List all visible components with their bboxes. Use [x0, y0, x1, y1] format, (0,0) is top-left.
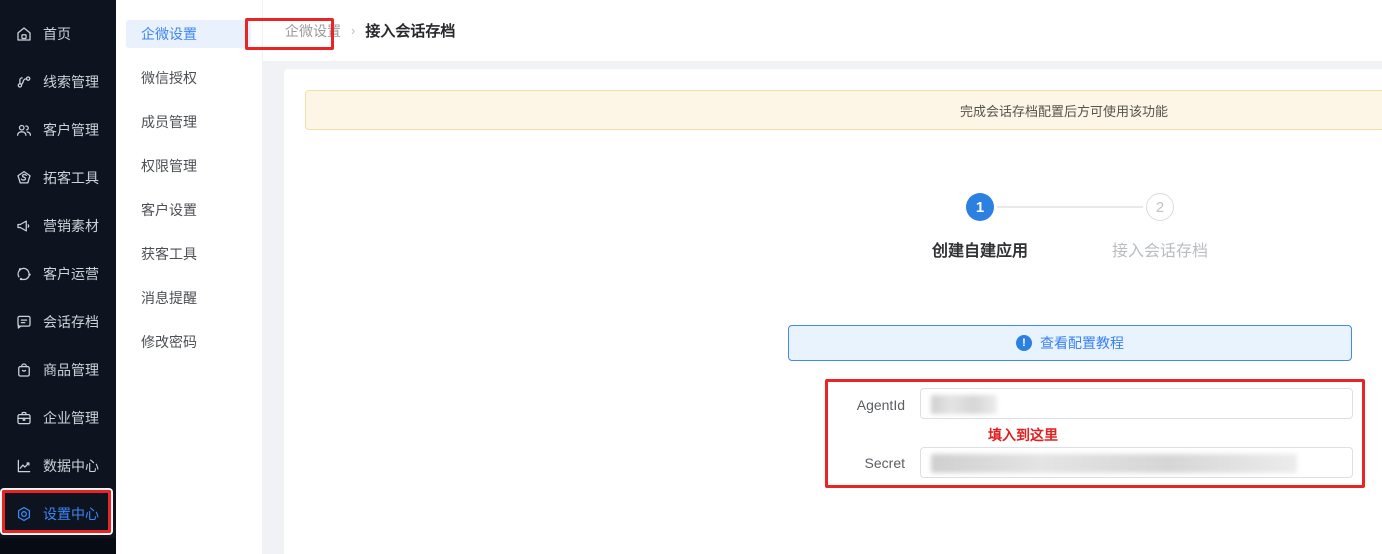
notice-banner: 完成会话存档配置后方可使用该功能 — [305, 90, 1382, 130]
sidebar-item-label: 线索管理 — [43, 74, 99, 90]
submenu-item-label: 微信授权 — [141, 70, 197, 86]
chat-archive-icon — [15, 313, 33, 331]
sidebar-item-products[interactable]: 商品管理 — [0, 346, 116, 394]
sidebar-item-leads[interactable]: 线索管理 — [0, 58, 116, 106]
products-icon — [15, 361, 33, 379]
submenu-item-label: 获客工具 — [141, 246, 197, 262]
breadcrumb-bar: 企微设置 › 接入会话存档 — [263, 0, 1382, 62]
sidebar-item-customers[interactable]: 客户管理 — [0, 106, 116, 154]
megaphone-icon — [15, 217, 33, 235]
submenu-item-message-reminder[interactable]: 消息提醒 — [116, 276, 263, 320]
enterprise-icon — [15, 409, 33, 427]
sidebar-item-label: 营销素材 — [43, 218, 99, 234]
sidebar-item-operations[interactable]: 客户运营 — [0, 250, 116, 298]
sidebar-item-label: 客户运营 — [43, 266, 99, 282]
page-title: 接入会话存档 — [365, 23, 456, 40]
clue-icon — [15, 73, 33, 91]
submenu-item-label: 消息提醒 — [141, 290, 197, 306]
sidebar-item-label: 企业管理 — [43, 410, 99, 426]
sidebar-item-data-center[interactable]: 数据中心 — [0, 442, 116, 490]
sidebar-item-settings[interactable]: 设置中心 — [0, 490, 116, 538]
submenu-item-wechat-auth[interactable]: 微信授权 — [116, 56, 263, 100]
sidebar-bottom-strip — [0, 538, 116, 554]
sidebar-item-home[interactable]: 首页 — [0, 10, 116, 58]
step-1-circle: 1 — [966, 193, 994, 221]
view-tutorial-button[interactable]: ! 查看配置教程 — [788, 325, 1352, 361]
stepper-connector — [997, 206, 1143, 208]
agentid-label: AgentId — [856, 397, 905, 413]
secret-masked-value — [931, 454, 1297, 473]
notice-banner-text: 完成会话存档配置后方可使用该功能 — [959, 103, 1168, 119]
sidebar-item-label: 数据中心 — [43, 458, 99, 474]
prospecting-icon — [15, 169, 33, 187]
submenu-item-permissions[interactable]: 权限管理 — [116, 144, 263, 188]
sidebar-item-label: 客户管理 — [43, 122, 99, 138]
step-2-number: 2 — [1155, 198, 1165, 216]
breadcrumb-parent[interactable]: 企微设置 — [285, 21, 341, 41]
home-icon — [15, 25, 33, 43]
agentid-masked-value — [931, 395, 997, 414]
sidebar-item-label: 设置中心 — [43, 506, 99, 522]
sidebar-item-enterprise[interactable]: 企业管理 — [0, 394, 116, 442]
sidebar-item-label: 会话存档 — [43, 314, 99, 330]
sidebar-item-label: 首页 — [43, 26, 71, 42]
submenu-item-change-password[interactable]: 修改密码 — [116, 320, 263, 364]
submenu-item-label: 权限管理 — [141, 158, 197, 174]
submenu-item-acquisition-tools[interactable]: 获客工具 — [116, 232, 263, 276]
info-icon: ! — [1016, 335, 1032, 351]
sidebar-item-prospecting[interactable]: 拓客工具 — [0, 154, 116, 202]
breadcrumb-separator-icon: › — [351, 23, 356, 38]
submenu-item-label: 修改密码 — [141, 334, 197, 350]
sidebar-item-marketing[interactable]: 营销素材 — [0, 202, 116, 250]
secret-input[interactable] — [920, 447, 1353, 478]
operations-icon — [15, 265, 33, 283]
primary-sidebar: 首页 线索管理 客户管理 拓客工具 营销素材 客户运营 会话存档 商品管理 企业… — [0, 0, 116, 554]
settings-icon — [15, 505, 33, 523]
submenu-item-customer-settings[interactable]: 客户设置 — [116, 188, 263, 232]
submenu-item-label: 成员管理 — [141, 114, 197, 130]
step-1-label: 创建自建应用 — [931, 243, 1028, 260]
sidebar-item-label: 拓客工具 — [43, 170, 99, 186]
submenu-item-label: 企微设置 — [141, 26, 197, 42]
breadcrumb: 企微设置 › 接入会话存档 — [285, 20, 455, 41]
data-center-icon — [15, 457, 33, 475]
secondary-sidebar: 企微设置 微信授权 成员管理 权限管理 客户设置 获客工具 消息提醒 修改密码 — [116, 0, 334, 554]
step-2-label: 接入会话存档 — [1111, 243, 1208, 260]
customers-icon — [15, 121, 33, 139]
view-tutorial-label: 查看配置教程 — [1040, 335, 1124, 351]
sidebar-item-chat-archive[interactable]: 会话存档 — [0, 298, 116, 346]
content-card — [284, 69, 1382, 554]
sidebar-item-label: 商品管理 — [43, 362, 99, 378]
step-2-circle: 2 — [1146, 193, 1174, 221]
fill-here-annotation: 填入到这里 — [988, 427, 1058, 443]
secret-label: Secret — [864, 455, 905, 471]
step-1-number: 1 — [975, 198, 985, 216]
agentid-input[interactable] — [920, 388, 1353, 419]
submenu-item-members[interactable]: 成员管理 — [116, 100, 263, 144]
submenu-item-wecom-settings[interactable]: 企微设置 — [116, 12, 263, 56]
submenu-item-label: 客户设置 — [141, 202, 197, 218]
